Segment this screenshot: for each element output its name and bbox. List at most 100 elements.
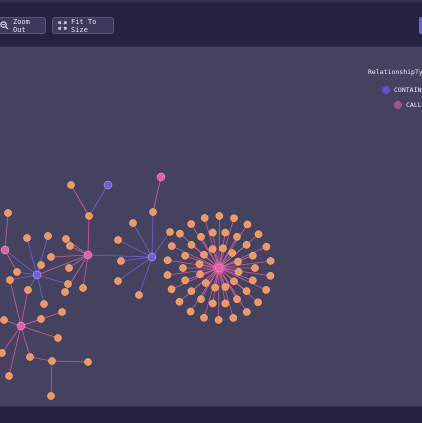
graph-node[interactable]	[164, 257, 171, 264]
legend-item-calls[interactable]: CALLS	[394, 101, 422, 109]
graph-node[interactable]	[202, 279, 209, 286]
graph-node[interactable]	[58, 308, 65, 315]
graph-node[interactable]	[135, 291, 142, 298]
graph-node-calls[interactable]	[17, 322, 25, 330]
graph-node[interactable]	[243, 241, 250, 248]
graph-node[interactable]	[244, 221, 251, 228]
graph-node[interactable]	[209, 300, 216, 307]
graph-node[interactable]	[179, 264, 186, 271]
zoom-out-button[interactable]: Zoom Out	[0, 17, 46, 34]
fit-to-size-icon	[58, 21, 67, 30]
legend-item-contains[interactable]: CONTAINS	[382, 86, 422, 94]
graph-node[interactable]	[197, 233, 204, 240]
graph-node[interactable]	[182, 277, 189, 284]
graph-node[interactable]	[23, 234, 30, 241]
graph-node[interactable]	[200, 314, 207, 321]
graph-node-calls[interactable]	[1, 246, 9, 254]
graph-node[interactable]	[0, 349, 6, 356]
graph-node[interactable]	[65, 264, 72, 271]
graph-node[interactable]	[267, 272, 274, 279]
graph-canvas[interactable]	[0, 47, 422, 406]
graph-node[interactable]	[196, 271, 203, 278]
graph-node[interactable]	[254, 299, 261, 306]
graph-node[interactable]	[168, 286, 175, 293]
graph-node[interactable]	[222, 229, 229, 236]
graph-node[interactable]	[209, 229, 216, 236]
graph-node[interactable]	[114, 236, 121, 243]
graph-node[interactable]	[211, 284, 218, 291]
graph-node[interactable]	[216, 212, 223, 219]
graph-node[interactable]	[47, 392, 54, 399]
graph-node[interactable]	[219, 245, 226, 252]
graph-node[interactable]	[164, 271, 171, 278]
graph-node[interactable]	[230, 215, 237, 222]
graph-node[interactable]	[37, 315, 44, 322]
graph-node[interactable]	[149, 208, 156, 215]
graph-node[interactable]	[176, 230, 183, 237]
graph-node[interactable]	[230, 278, 237, 285]
graph-node[interactable]	[230, 314, 237, 321]
graph-node[interactable]	[84, 358, 91, 365]
graph-node[interactable]	[182, 252, 189, 259]
graph-node[interactable]	[66, 242, 73, 249]
graph-node[interactable]	[176, 298, 183, 305]
graph-node[interactable]	[188, 288, 195, 295]
graph-node[interactable]	[6, 276, 13, 283]
graph-node[interactable]	[233, 233, 240, 240]
graph-node[interactable]	[222, 300, 229, 307]
graph-node[interactable]	[129, 219, 136, 226]
graph-node[interactable]	[263, 243, 270, 250]
graph-node[interactable]	[196, 260, 203, 267]
graph-node[interactable]	[85, 212, 92, 219]
graph-node[interactable]	[13, 268, 20, 275]
graph-node-calls[interactable]	[157, 173, 165, 181]
graph-node[interactable]	[234, 258, 241, 265]
graph-node[interactable]	[79, 284, 86, 291]
graph-node[interactable]	[40, 300, 47, 307]
graph-node[interactable]	[200, 251, 207, 258]
graph-node[interactable]	[44, 232, 51, 239]
graph-node[interactable]	[114, 277, 121, 284]
graph-node[interactable]	[255, 231, 262, 238]
graph-node-contains[interactable]	[104, 181, 112, 189]
graph-node[interactable]	[61, 288, 68, 295]
graph-node[interactable]	[201, 214, 208, 221]
graph-node[interactable]	[243, 288, 250, 295]
graph-node[interactable]	[117, 257, 124, 264]
graph-node[interactable]	[197, 296, 204, 303]
graph-node[interactable]	[168, 242, 175, 249]
graph-node[interactable]	[67, 181, 74, 188]
graph-node[interactable]	[62, 235, 69, 242]
graph-node[interactable]	[215, 316, 222, 323]
graph-node[interactable]	[249, 277, 256, 284]
graph-node[interactable]	[26, 353, 33, 360]
graph-node-contains[interactable]	[33, 271, 41, 279]
graph-node[interactable]	[47, 253, 54, 260]
graph-node[interactable]	[5, 372, 12, 379]
graph-node-calls[interactable]	[215, 264, 223, 272]
graph-node[interactable]	[251, 264, 258, 271]
graph-node[interactable]	[249, 252, 256, 259]
graph-node[interactable]	[209, 245, 216, 252]
graph-node[interactable]	[166, 228, 173, 235]
graph-node[interactable]	[222, 283, 229, 290]
graph-node[interactable]	[188, 241, 195, 248]
graph-node[interactable]	[267, 257, 274, 264]
graph-node-contains[interactable]	[148, 253, 156, 261]
graph-node[interactable]	[48, 357, 55, 364]
graph-node[interactable]	[0, 316, 7, 323]
graph-node[interactable]	[243, 308, 250, 315]
graph-node[interactable]	[37, 261, 44, 268]
graph-node[interactable]	[263, 286, 270, 293]
graph-node[interactable]	[229, 249, 236, 256]
graph-node[interactable]	[233, 296, 240, 303]
graph-node[interactable]	[64, 280, 71, 287]
graph-node[interactable]	[187, 308, 194, 315]
graph-node[interactable]	[54, 334, 61, 341]
graph-node[interactable]	[188, 220, 195, 227]
graph-node[interactable]	[4, 209, 11, 216]
graph-node[interactable]	[235, 268, 242, 275]
graph-node-calls[interactable]	[84, 251, 92, 259]
fit-to-size-button[interactable]: Fit To Size	[52, 17, 114, 34]
graph-node[interactable]	[24, 286, 31, 293]
